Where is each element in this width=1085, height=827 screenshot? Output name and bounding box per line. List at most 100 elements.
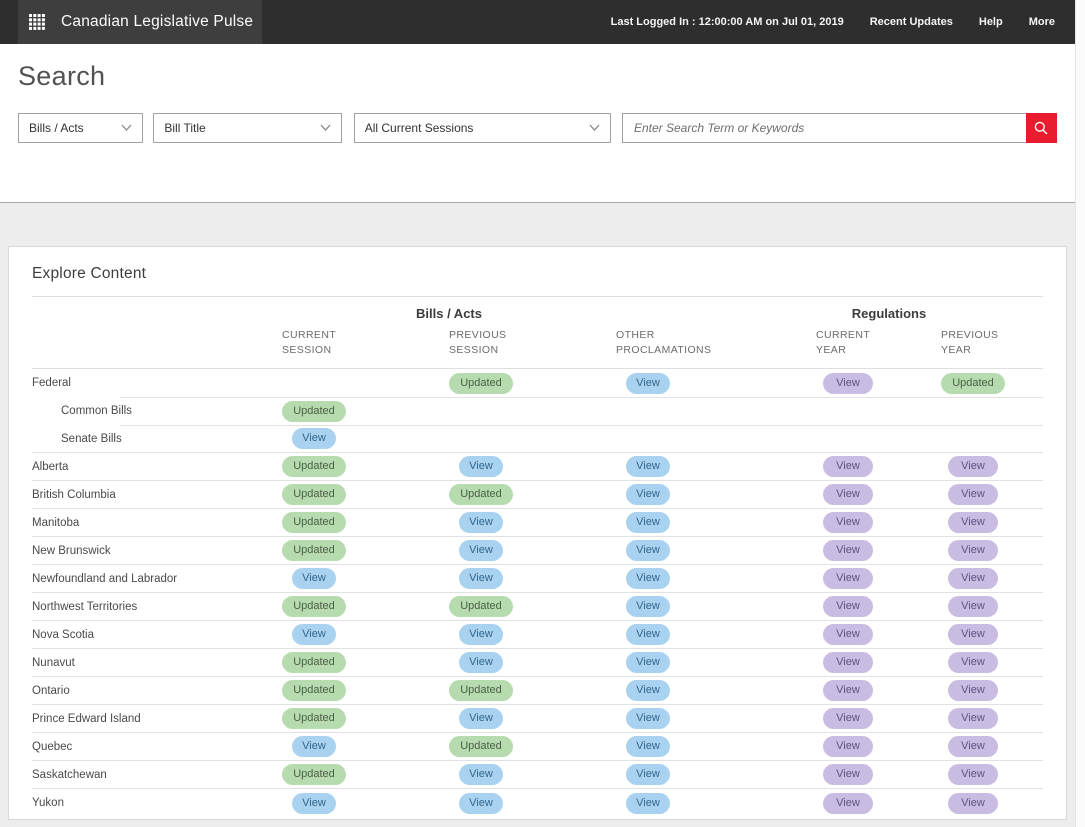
view-button[interactable]: View: [823, 512, 873, 533]
table-cell: View: [449, 764, 616, 785]
jurisdiction-label: Senate Bills: [32, 433, 282, 445]
view-button[interactable]: View: [459, 568, 503, 589]
view-button[interactable]: View: [948, 456, 998, 477]
updated-button[interactable]: Updated: [282, 680, 346, 701]
view-button[interactable]: View: [948, 624, 998, 645]
view-button[interactable]: View: [626, 373, 670, 394]
updated-button[interactable]: Updated: [941, 373, 1005, 394]
view-button[interactable]: View: [948, 736, 998, 757]
view-button[interactable]: View: [626, 652, 670, 673]
column-header-current-session: CURRENT SESSION: [282, 328, 449, 358]
table-row: AlbertaUpdatedViewViewViewView: [32, 453, 1043, 481]
view-button[interactable]: View: [823, 456, 873, 477]
table-cell: Updated: [449, 484, 616, 505]
view-button[interactable]: View: [626, 708, 670, 729]
updated-button[interactable]: Updated: [282, 512, 346, 533]
updated-button[interactable]: Updated: [282, 652, 346, 673]
table-row: QuebecViewUpdatedViewViewView: [32, 733, 1043, 761]
view-button[interactable]: View: [823, 624, 873, 645]
view-button[interactable]: View: [823, 680, 873, 701]
view-button[interactable]: View: [459, 652, 503, 673]
view-button[interactable]: View: [626, 764, 670, 785]
table-cell: View: [816, 568, 941, 589]
view-button[interactable]: View: [823, 736, 873, 757]
view-button[interactable]: View: [626, 624, 670, 645]
view-button[interactable]: View: [948, 484, 998, 505]
view-button[interactable]: View: [823, 764, 873, 785]
view-button[interactable]: View: [626, 736, 670, 757]
table-cell: View: [616, 512, 816, 533]
updated-button[interactable]: Updated: [449, 680, 513, 701]
search-input[interactable]: [622, 113, 1026, 143]
view-button[interactable]: View: [626, 512, 670, 533]
search-controls: Bills / Acts Bill Title All Current Sess…: [18, 113, 1057, 143]
view-button[interactable]: View: [823, 568, 873, 589]
updated-button[interactable]: Updated: [282, 401, 346, 422]
search-button[interactable]: [1026, 113, 1057, 143]
view-button[interactable]: View: [823, 652, 873, 673]
updated-button[interactable]: Updated: [282, 540, 346, 561]
nav-help[interactable]: Help: [979, 16, 1003, 28]
view-button[interactable]: View: [823, 708, 873, 729]
updated-button[interactable]: Updated: [449, 736, 513, 757]
table-cell: View: [449, 512, 616, 533]
view-button[interactable]: View: [823, 793, 873, 814]
view-button[interactable]: View: [823, 540, 873, 561]
view-button[interactable]: View: [626, 484, 670, 505]
view-button[interactable]: View: [948, 764, 998, 785]
nav-recent-updates[interactable]: Recent Updates: [870, 16, 953, 28]
column-header-previous-session: PREVIOUS SESSION: [449, 328, 616, 358]
grid-icon[interactable]: [29, 14, 45, 30]
view-button[interactable]: View: [626, 456, 670, 477]
updated-button[interactable]: Updated: [449, 596, 513, 617]
view-button[interactable]: View: [292, 736, 336, 757]
view-button[interactable]: View: [626, 568, 670, 589]
view-button[interactable]: View: [292, 568, 336, 589]
content-type-select[interactable]: Bills / Acts: [18, 113, 143, 143]
view-button[interactable]: View: [948, 512, 998, 533]
view-button[interactable]: View: [459, 624, 503, 645]
scrollbar-track[interactable]: [1075, 0, 1085, 827]
view-button[interactable]: View: [823, 596, 873, 617]
view-button[interactable]: View: [948, 680, 998, 701]
view-button[interactable]: View: [459, 512, 503, 533]
view-button[interactable]: View: [459, 793, 503, 814]
view-button[interactable]: View: [626, 793, 670, 814]
jurisdiction-label: Nunavut: [32, 657, 282, 669]
view-button[interactable]: View: [948, 540, 998, 561]
table-cell: View: [449, 793, 616, 814]
session-select[interactable]: All Current Sessions: [354, 113, 611, 143]
chevron-down-icon: [589, 124, 600, 132]
updated-button[interactable]: Updated: [282, 484, 346, 505]
view-button[interactable]: View: [948, 596, 998, 617]
updated-button[interactable]: Updated: [282, 764, 346, 785]
view-button[interactable]: View: [948, 568, 998, 589]
view-button[interactable]: View: [626, 596, 670, 617]
updated-button[interactable]: Updated: [282, 708, 346, 729]
view-button[interactable]: View: [948, 708, 998, 729]
updated-button[interactable]: Updated: [282, 596, 346, 617]
updated-button[interactable]: Updated: [282, 456, 346, 477]
table-cell: View: [816, 484, 941, 505]
updated-button[interactable]: Updated: [449, 484, 513, 505]
table-cell: View: [282, 428, 449, 449]
jurisdiction-label: Ontario: [32, 685, 282, 697]
table-cell: Updated: [282, 456, 449, 477]
updated-button[interactable]: Updated: [449, 373, 513, 394]
view-button[interactable]: View: [948, 652, 998, 673]
search-field-select[interactable]: Bill Title: [153, 113, 341, 143]
view-button[interactable]: View: [626, 680, 670, 701]
view-button[interactable]: View: [459, 764, 503, 785]
view-button[interactable]: View: [459, 708, 503, 729]
view-button[interactable]: View: [948, 793, 998, 814]
view-button[interactable]: View: [459, 540, 503, 561]
table-row: Prince Edward IslandUpdatedViewViewViewV…: [32, 705, 1043, 733]
view-button[interactable]: View: [292, 793, 336, 814]
nav-more[interactable]: More: [1029, 16, 1055, 28]
view-button[interactable]: View: [626, 540, 670, 561]
view-button[interactable]: View: [292, 428, 336, 449]
view-button[interactable]: View: [823, 484, 873, 505]
view-button[interactable]: View: [459, 456, 503, 477]
view-button[interactable]: View: [292, 624, 336, 645]
view-button[interactable]: View: [823, 373, 873, 394]
